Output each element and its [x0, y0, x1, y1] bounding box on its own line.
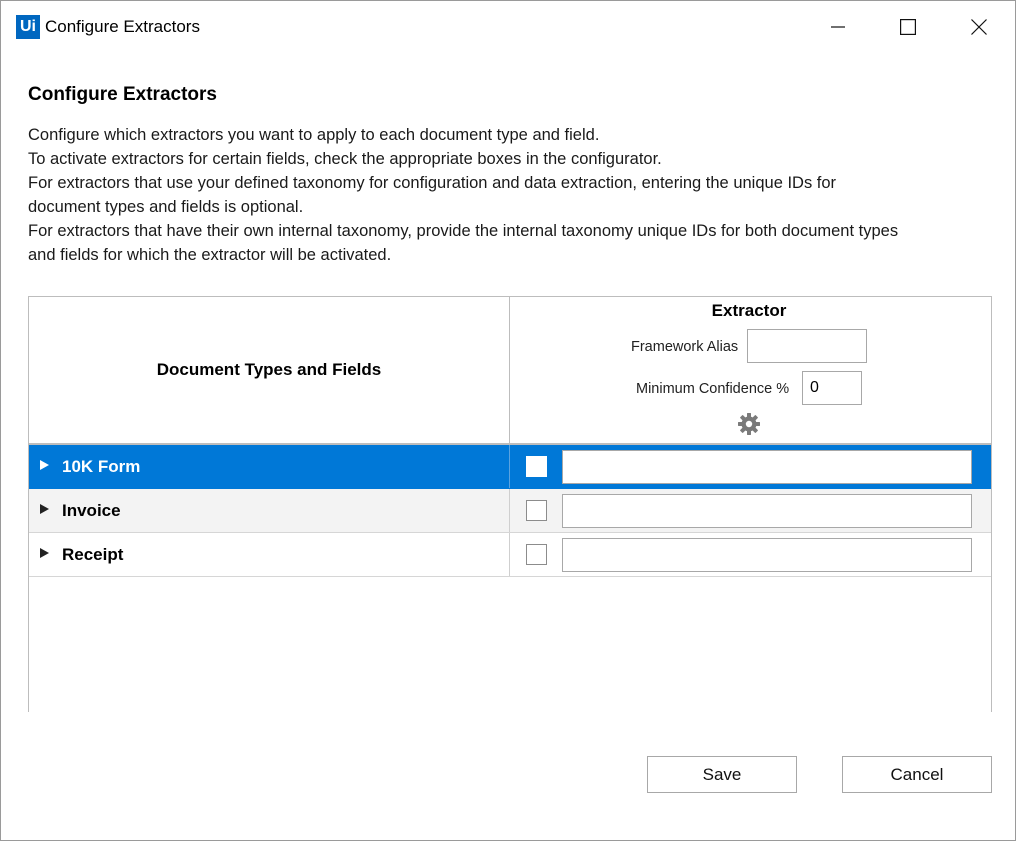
- expand-arrow-icon[interactable]: [40, 548, 49, 558]
- unique-id-input[interactable]: [562, 538, 972, 572]
- close-button[interactable]: [944, 1, 1014, 53]
- document-type-label: Invoice: [62, 501, 121, 520]
- document-type-cell[interactable]: 10K Form: [29, 445, 510, 488]
- extractor-title: Extractor: [711, 301, 787, 320]
- document-types-column-header: Document Types and Fields: [29, 297, 510, 445]
- expand-arrow-icon[interactable]: [40, 504, 49, 514]
- framework-alias-label: Framework Alias: [631, 339, 739, 355]
- unique-id-input[interactable]: [562, 494, 972, 528]
- extractor-cell: [510, 533, 991, 576]
- extractor-cell: [510, 489, 991, 532]
- title-bar: Ui Configure Extractors: [1, 1, 1015, 53]
- extractor-column-header: Extractor Framework Alias Minimum Confid…: [510, 297, 991, 445]
- maximize-button[interactable]: [873, 1, 943, 53]
- document-type-label: Receipt: [62, 545, 124, 564]
- minimize-icon: [831, 26, 845, 28]
- minimum-confidence-label: Minimum Confidence %: [636, 381, 790, 397]
- framework-alias-input[interactable]: [747, 329, 867, 363]
- activate-checkbox[interactable]: [526, 500, 547, 521]
- configure-extractors-dialog: Ui Configure Extractors Configure Extrac…: [0, 0, 1016, 841]
- minimum-confidence-input[interactable]: [802, 371, 862, 405]
- description-text: Configure which extractors you want to a…: [28, 123, 1003, 267]
- description-line: To activate extractors for certain field…: [28, 150, 662, 168]
- description-line: For extractors that have their own inter…: [28, 222, 899, 240]
- save-button[interactable]: Save: [647, 756, 797, 793]
- window-title: Configure Extractors: [45, 17, 200, 36]
- extractor-config-grid: Document Types and Fields Extractor Fram…: [28, 296, 992, 712]
- cancel-button[interactable]: Cancel: [842, 756, 992, 793]
- table-row[interactable]: 10K Form: [29, 445, 991, 489]
- uipath-logo-icon: Ui: [16, 15, 40, 39]
- gear-icon[interactable]: [737, 412, 761, 436]
- table-row[interactable]: Invoice: [29, 489, 991, 533]
- description-line: Configure which extractors you want to a…: [28, 126, 600, 144]
- minimize-button[interactable]: [803, 1, 873, 53]
- description-line: and fields for which the extractor will …: [28, 246, 392, 264]
- close-icon: [971, 19, 987, 35]
- activate-checkbox[interactable]: [526, 544, 547, 565]
- page-title: Configure Extractors: [28, 84, 217, 105]
- table-row[interactable]: Receipt: [29, 533, 991, 577]
- expand-arrow-icon[interactable]: [40, 460, 49, 470]
- extractor-cell: [510, 445, 991, 488]
- document-type-cell[interactable]: Receipt: [29, 533, 510, 576]
- activate-checkbox[interactable]: [526, 456, 547, 477]
- description-line: For extractors that use your defined tax…: [28, 174, 837, 192]
- description-line: document types and fields is optional.: [28, 198, 304, 216]
- maximize-icon: [900, 19, 916, 35]
- unique-id-input[interactable]: [562, 450, 972, 484]
- document-type-cell[interactable]: Invoice: [29, 489, 510, 532]
- document-type-label: 10K Form: [62, 457, 141, 476]
